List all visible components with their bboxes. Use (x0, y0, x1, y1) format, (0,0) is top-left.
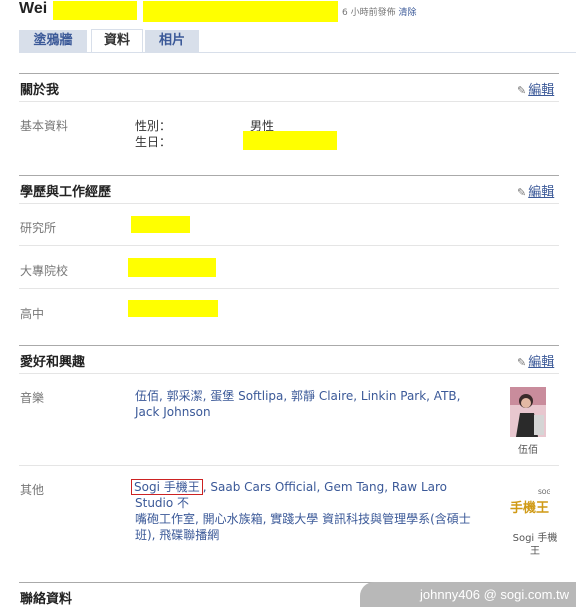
logo-text: 手機王 (510, 500, 549, 516)
interests-title: 愛好和興趣 (20, 355, 86, 370)
other-label: 其他 (20, 483, 45, 497)
music-label: 音樂 (20, 391, 45, 405)
other-likes-line3[interactable]: 班), 飛碟聯播網 (135, 528, 219, 542)
sogi-thumb-caption[interactable]: Sogi 手機 王 (506, 532, 564, 558)
college-label: 大專院校 (20, 264, 69, 278)
tabs-divider (19, 52, 576, 53)
svg-text:SOGI: SOGI (538, 489, 550, 496)
other-likes-line2[interactable]: 嘴砲工作室, 開心水族箱, 實踐大學 資訊科技與管理學系(含碩士 (135, 512, 471, 526)
birthday-label: 生日： (135, 135, 172, 149)
about-edit-label: 編輯 (528, 83, 555, 98)
about-title: 關於我 (20, 83, 60, 98)
education-edit-label: 編輯 (528, 185, 555, 200)
basic-info-label: 基本資料 (20, 119, 69, 133)
education-edit-link[interactable]: ✎ 編輯 (517, 181, 554, 200)
contact-title: 聯絡資料 (20, 592, 73, 607)
sogi-caption-line2: 王 (530, 546, 540, 557)
music-thumb-caption[interactable]: 伍佰 (510, 441, 546, 456)
tab-info[interactable]: 資料 (91, 29, 143, 53)
watermark-text: johnny406 @ sogi.com.tw (420, 587, 570, 602)
music-artist-thumbnail[interactable] (510, 387, 546, 437)
status-time: 6 小時前發佈 清除 (342, 5, 416, 18)
about-sub-divider (19, 101, 559, 102)
row-divider (19, 245, 559, 246)
redacted-college (128, 258, 216, 277)
sogi-caption-line1: Sogi 手機 (512, 533, 558, 544)
interests-edit-label: 編輯 (528, 355, 555, 370)
other-likes: Sogi 手機王, Saab Cars Official, Gem Tang, … (131, 479, 480, 543)
sogi-logo-icon: SOGI 手機王 (508, 486, 553, 522)
row-divider (19, 288, 559, 289)
education-title: 學歷與工作經歷 (20, 185, 112, 200)
redacted-birthday (243, 131, 337, 150)
redacted-grad-school (131, 216, 190, 233)
profile-name: Wei (19, 0, 48, 17)
redacted-name-part (53, 1, 137, 20)
redacted-high-school (128, 300, 218, 317)
tab-photos[interactable]: 相片 (145, 30, 199, 52)
gender-label: 性別： (135, 119, 172, 133)
tab-wall[interactable]: 塗鴉牆 (19, 30, 87, 52)
education-divider (19, 175, 559, 176)
pencil-icon: ✎ (517, 84, 527, 97)
high-school-label: 高中 (20, 307, 45, 321)
sogi-logo-thumbnail[interactable]: SOGI 手機王 (508, 486, 553, 522)
interests-sub-divider (19, 373, 559, 374)
grad-school-label: 研究所 (20, 221, 57, 235)
interests-divider (19, 345, 559, 346)
pencil-icon: ✎ (517, 356, 527, 369)
row-divider (19, 465, 559, 466)
music-list[interactable]: 伍佰, 郭采潔, 蛋堡 Softlipa, 郭靜 Claire, Linkin … (135, 388, 485, 420)
pencil-icon: ✎ (517, 186, 527, 199)
sogi-highlight-link[interactable]: Sogi 手機王 (131, 479, 203, 495)
redacted-status (143, 1, 338, 22)
education-sub-divider (19, 203, 559, 204)
about-edit-link[interactable]: ✎ 編輯 (517, 79, 554, 98)
artist-photo-icon (510, 387, 546, 437)
clear-status-link[interactable]: 清除 (398, 8, 416, 18)
status-time-text: 6 小時前發佈 (342, 8, 396, 18)
interests-edit-link[interactable]: ✎ 編輯 (517, 351, 554, 370)
about-divider (19, 73, 559, 74)
